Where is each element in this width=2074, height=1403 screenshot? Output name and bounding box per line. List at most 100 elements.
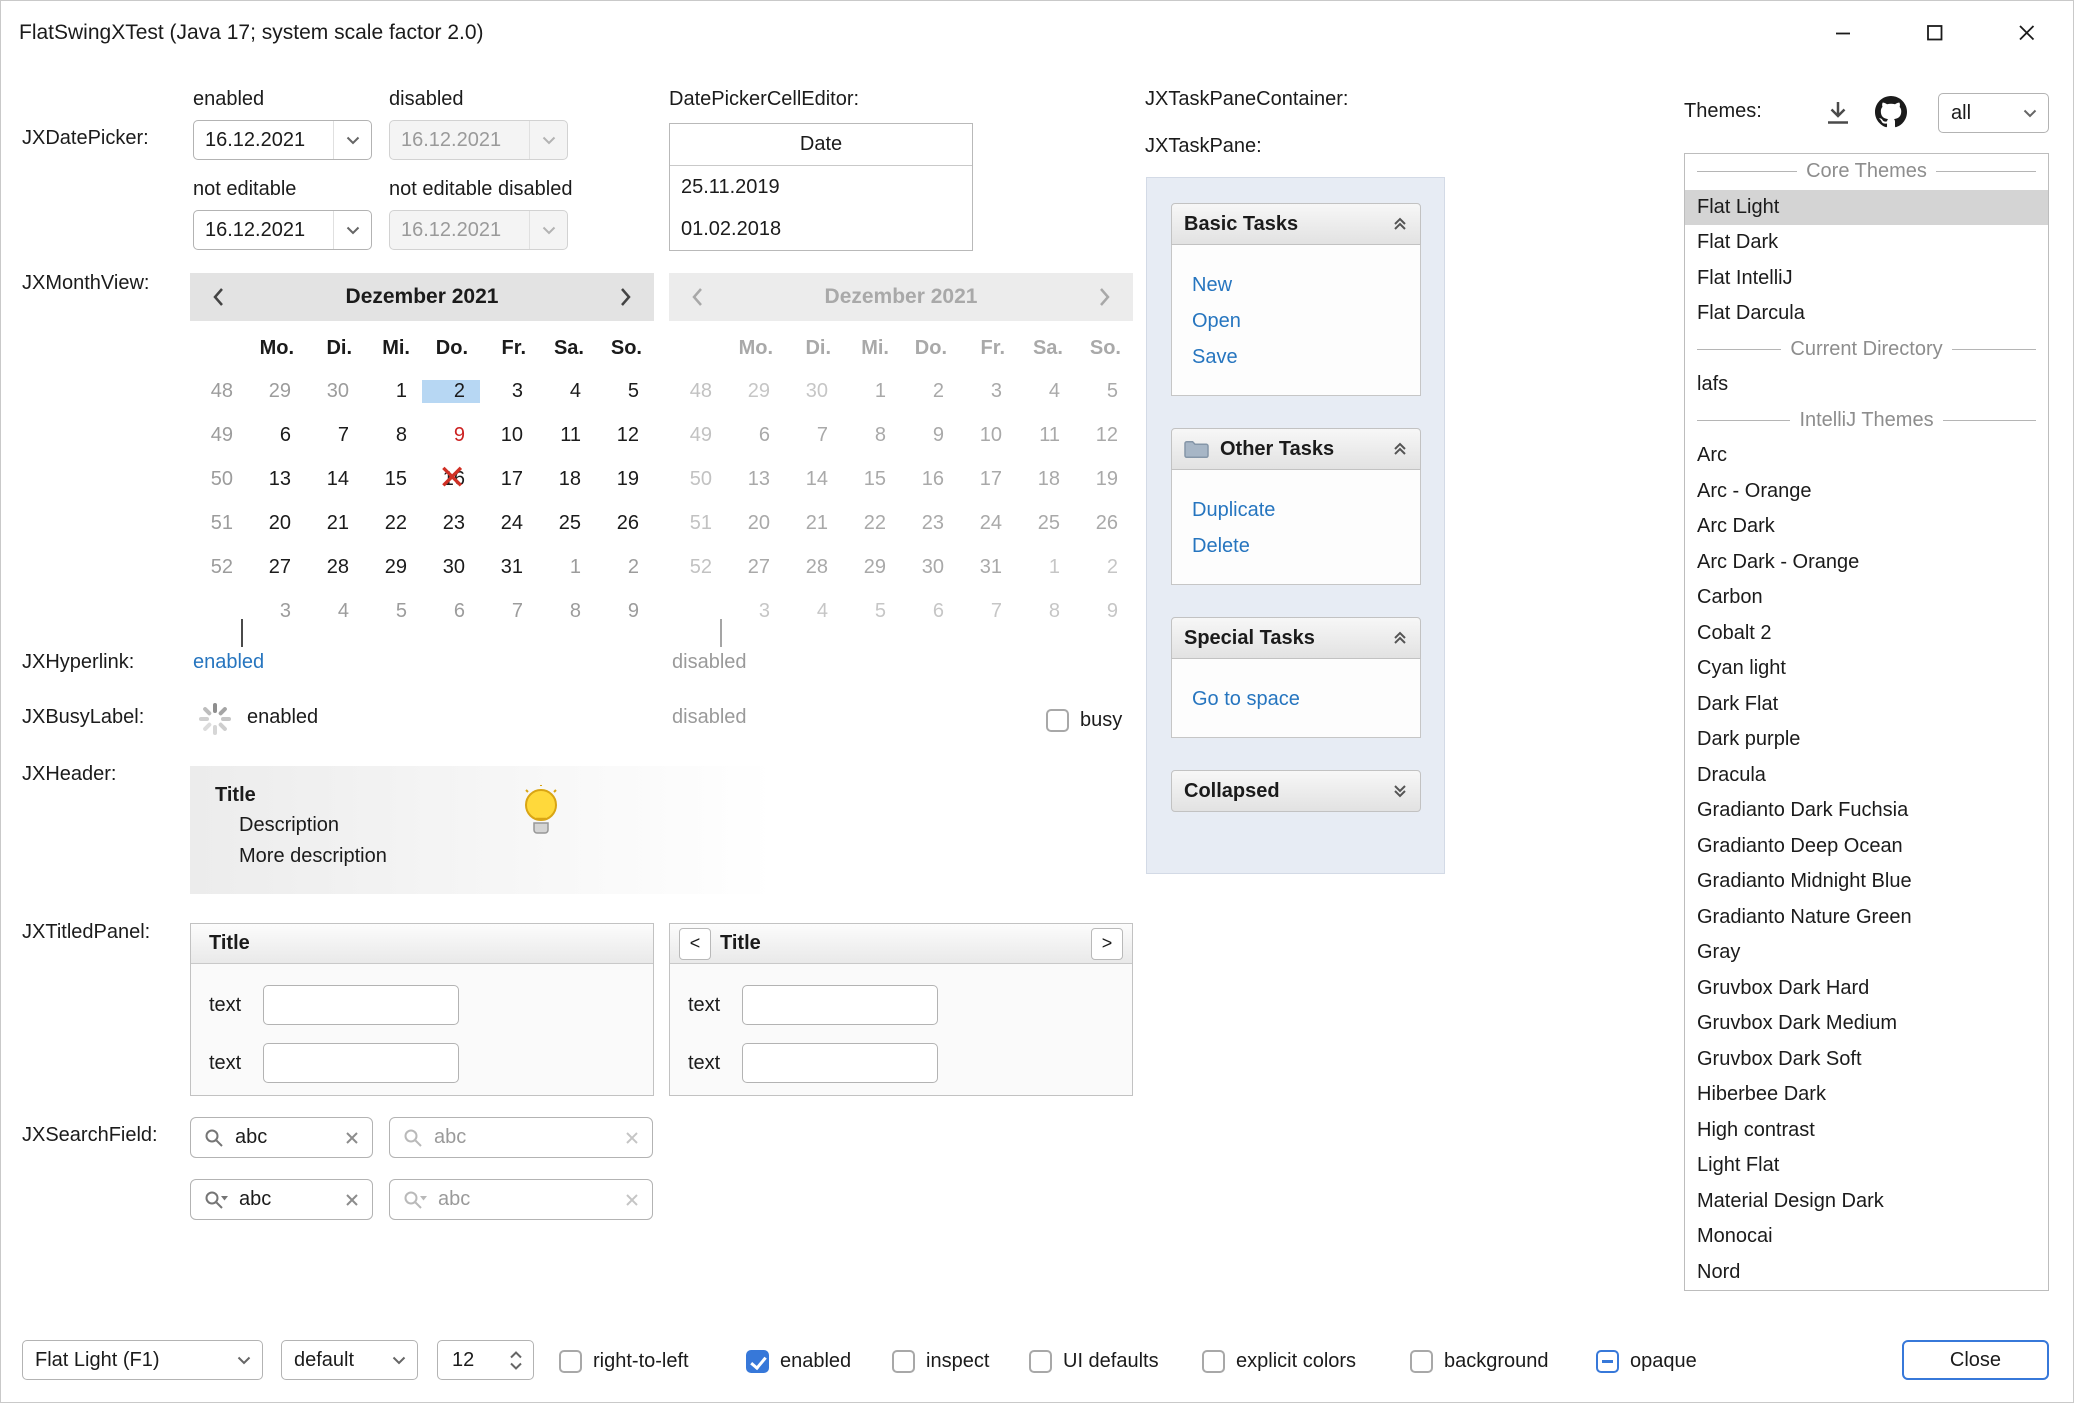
table-row[interactable]: 25.11.2019: [670, 166, 972, 208]
calendar-day[interactable]: 22: [364, 512, 422, 535]
calendar-day[interactable]: 23: [422, 512, 480, 535]
calendar-day[interactable]: 27: [248, 556, 306, 579]
text-input[interactable]: [742, 985, 938, 1025]
monthview-enabled[interactable]: Dezember 2021 Mo.Di.Mi.Do.Fr.Sa.So.48293…: [190, 273, 654, 633]
theme-item[interactable]: Arc Dark: [1685, 509, 2048, 545]
calendar-day[interactable]: 20: [248, 512, 306, 535]
chevron-double-down-icon[interactable]: [1392, 783, 1408, 799]
text-input[interactable]: [263, 985, 459, 1025]
close-button[interactable]: [1981, 1, 2073, 64]
theme-item[interactable]: Arc Dark - Orange: [1685, 545, 2048, 581]
themes-list[interactable]: Core ThemesFlat LightFlat DarkFlat Intel…: [1684, 153, 2049, 1291]
download-icon[interactable]: [1823, 98, 1853, 128]
calendar-day[interactable]: 7: [306, 424, 364, 447]
calendar-day[interactable]: 30: [422, 556, 480, 579]
theme-item[interactable]: Cyan light: [1685, 651, 2048, 687]
theme-item[interactable]: Gradianto Midnight Blue: [1685, 864, 2048, 900]
search-field-menu-enabled[interactable]: abc: [190, 1179, 373, 1220]
calendar-day[interactable]: 1: [364, 380, 422, 403]
calendar-day[interactable]: 12: [596, 424, 654, 447]
calendar-day[interactable]: 17: [480, 468, 538, 491]
chevron-double-up-icon[interactable]: [1392, 630, 1408, 646]
spinner-down-icon[interactable]: [510, 1362, 522, 1370]
checkbox-icon[interactable]: [1029, 1350, 1052, 1373]
calendar-day[interactable]: 10: [480, 424, 538, 447]
theme-item[interactable]: Dracula: [1685, 758, 2048, 794]
text-input[interactable]: [263, 1043, 459, 1083]
search-value[interactable]: abc: [235, 1126, 344, 1149]
search-icon[interactable]: [203, 1127, 225, 1149]
theme-item[interactable]: Gray: [1685, 935, 2048, 971]
theme-item[interactable]: Flat IntelliJ: [1685, 261, 2048, 297]
calendar-day[interactable]: 28: [306, 556, 364, 579]
next-month-button[interactable]: [598, 287, 654, 307]
taskpane-link[interactable]: Delete: [1192, 528, 1400, 564]
calendar-day[interactable]: 29: [248, 380, 306, 403]
checkbox-background[interactable]: background: [1410, 1348, 1549, 1374]
search-field-enabled[interactable]: abc: [190, 1117, 373, 1158]
calendar-day[interactable]: 8: [538, 600, 596, 623]
theme-item[interactable]: lafs: [1685, 367, 2048, 403]
spinner-value[interactable]: 12: [438, 1349, 499, 1372]
checkbox-ui-defaults[interactable]: UI defaults: [1029, 1348, 1159, 1374]
calendar-day[interactable]: 9: [422, 424, 480, 447]
theme-item[interactable]: Gradianto Deep Ocean: [1685, 829, 2048, 865]
calendar-day[interactable]: 2: [596, 556, 654, 579]
clear-icon[interactable]: [344, 1130, 360, 1146]
theme-item[interactable]: High contrast: [1685, 1113, 2048, 1149]
spinner-up-icon[interactable]: [510, 1351, 522, 1359]
themes-filter-combobox[interactable]: all: [1938, 93, 2049, 133]
text-input[interactable]: [742, 1043, 938, 1083]
calendar-day[interactable]: 2: [422, 380, 480, 403]
calendar-day[interactable]: 24: [480, 512, 538, 535]
calendar-day[interactable]: 25: [538, 512, 596, 535]
chevron-double-up-icon[interactable]: [1392, 441, 1408, 457]
calendar-day[interactable]: 9: [596, 600, 654, 623]
font-combobox[interactable]: default: [281, 1340, 418, 1380]
checkbox-icon[interactable]: [892, 1350, 915, 1373]
checkbox-explicit-colors[interactable]: explicit colors: [1202, 1348, 1356, 1374]
chevron-down-icon[interactable]: [333, 211, 371, 249]
calendar-day[interactable]: 29: [364, 556, 422, 579]
datepicker-enabled[interactable]: 16.12.2021: [193, 120, 372, 160]
calendar-day[interactable]: 5: [364, 600, 422, 623]
titledpanel-left-button[interactable]: <: [679, 928, 711, 960]
checkbox-icon[interactable]: [559, 1350, 582, 1373]
theme-item[interactable]: Carbon: [1685, 580, 2048, 616]
combobox-value[interactable]: Flat Light (F1): [23, 1349, 226, 1372]
calendar-day[interactable]: 26: [596, 512, 654, 535]
maximize-button[interactable]: [1889, 1, 1981, 64]
theme-item[interactable]: Material Design Dark: [1685, 1184, 2048, 1220]
table-column-header-date[interactable]: Date: [670, 124, 972, 166]
search-menu-icon[interactable]: [203, 1189, 229, 1211]
calendar-day[interactable]: 1: [538, 556, 596, 579]
calendar-day[interactable]: 4: [538, 380, 596, 403]
theme-item[interactable]: Arc: [1685, 438, 2048, 474]
table-row[interactable]: 01.02.2018: [670, 208, 972, 250]
theme-item[interactable]: Gruvbox Dark Hard: [1685, 971, 2048, 1007]
previous-month-button[interactable]: [190, 287, 246, 307]
taskpane-link[interactable]: Open: [1192, 303, 1400, 339]
checkbox-right-to-left[interactable]: right-to-left: [559, 1348, 689, 1374]
laf-combobox[interactable]: Flat Light (F1): [22, 1340, 263, 1380]
calendar-day[interactable]: 21: [306, 512, 364, 535]
checkbox-icon[interactable]: [1202, 1350, 1225, 1373]
theme-item[interactable]: Hiberbee Dark: [1685, 1077, 2048, 1113]
datepicker-value[interactable]: 16.12.2021: [194, 219, 333, 242]
theme-item[interactable]: Gruvbox Dark Medium: [1685, 1006, 2048, 1042]
combobox-value[interactable]: all: [1939, 102, 2012, 125]
busy-checkbox[interactable]: busy: [1046, 707, 1122, 733]
theme-item[interactable]: Flat Light: [1685, 190, 2048, 226]
datepicker-value[interactable]: 16.12.2021: [194, 129, 333, 152]
hyperlink-enabled[interactable]: enabled: [193, 651, 264, 674]
calendar-day[interactable]: 4: [306, 600, 364, 623]
taskpane-link[interactable]: New: [1192, 267, 1400, 303]
taskpane-link[interactable]: Go to space: [1192, 681, 1400, 717]
theme-item[interactable]: Flat Darcula: [1685, 296, 2048, 332]
calendar-day[interactable]: 6: [422, 600, 480, 623]
taskpane-header[interactable]: Basic Tasks: [1171, 203, 1421, 245]
chevron-down-icon[interactable]: [226, 1356, 262, 1365]
theme-item[interactable]: Monocai: [1685, 1219, 2048, 1255]
theme-item[interactable]: Arc - Orange: [1685, 474, 2048, 510]
search-value[interactable]: abc: [239, 1188, 344, 1211]
